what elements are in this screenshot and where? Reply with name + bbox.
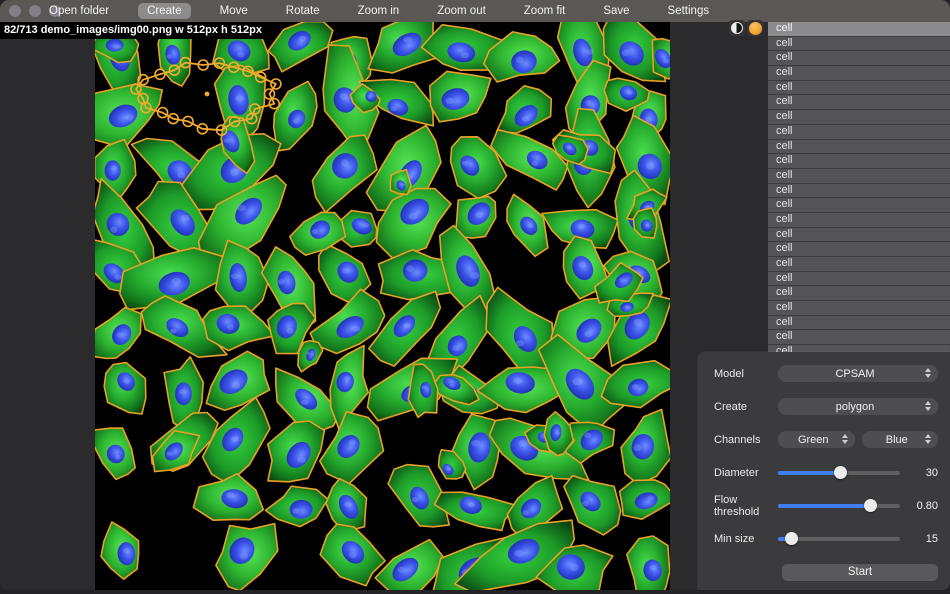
cell-list-item[interactable]: cell	[768, 242, 950, 257]
cell-list-item[interactable]: cell	[768, 286, 950, 301]
image-canvas[interactable]	[95, 22, 670, 590]
flow-threshold-slider-fill	[778, 504, 871, 508]
toolbar-button-save[interactable]: Save	[594, 3, 638, 19]
toolbar-button-create[interactable]: Create	[138, 3, 191, 19]
flow-threshold-label: Flow threshold	[714, 494, 778, 518]
toolbar-button-move[interactable]: Move	[211, 3, 257, 19]
model-label: Model	[714, 368, 778, 380]
start-button[interactable]: Start	[782, 564, 938, 581]
cell-list-item[interactable]: cell	[768, 213, 950, 228]
cell-list-item[interactable]: cell	[768, 272, 950, 287]
diameter-slider-knob[interactable]	[834, 466, 847, 479]
min-size-row: Min size 15	[714, 527, 938, 550]
flow-threshold-slider-knob[interactable]	[864, 499, 877, 512]
cell-list-item[interactable]: cell	[768, 125, 950, 140]
cell-list-item[interactable]: cell	[768, 110, 950, 125]
cell-list-item[interactable]: cell	[768, 22, 950, 37]
channel-2-select[interactable]: Blue	[862, 431, 939, 448]
settings-panel: Model CPSAM Create polygon Channels	[698, 352, 950, 590]
min-size-label: Min size	[714, 533, 778, 545]
cell-list-item[interactable]: cell	[768, 81, 950, 96]
cell-list-item[interactable]: cell	[768, 301, 950, 316]
flow-threshold-row: Flow threshold 0.80	[714, 494, 938, 517]
chevron-updown-icon	[842, 434, 848, 444]
cell-list-item[interactable]: cell	[768, 140, 950, 155]
cell-list-item[interactable]: cell	[768, 257, 950, 272]
chevron-updown-icon	[925, 401, 931, 411]
diameter-label: Diameter	[714, 467, 778, 479]
cell-list-item[interactable]: cell	[768, 228, 950, 243]
cell-list-item[interactable]: cell	[768, 154, 950, 169]
close-button[interactable]	[9, 5, 21, 17]
toolbar-button-zoom-fit[interactable]: Zoom fit	[515, 3, 575, 19]
toolbar: Open folder Create Move Rotate Zoom in Zoom o…	[40, 0, 718, 22]
min-size-slider[interactable]	[778, 532, 900, 545]
channels-row: Channels Green Blue	[714, 428, 938, 451]
mask-opacity-toggle[interactable]	[729, 20, 745, 36]
toolbar-button-zoom-in[interactable]: Zoom in	[349, 3, 409, 19]
channels-label: Channels	[714, 434, 778, 446]
channel-1-value: Green	[798, 434, 835, 446]
channel-2-value: Blue	[886, 434, 914, 446]
cell-list-item[interactable]: cell	[768, 169, 950, 184]
diameter-row: Diameter 30	[714, 461, 938, 484]
app-window: Open folder Create Move Rotate Zoom in Zoom o…	[0, 0, 950, 590]
chevron-updown-icon	[925, 368, 931, 378]
toolbar-button-rotate[interactable]: Rotate	[277, 3, 329, 19]
create-row: Create polygon	[714, 395, 938, 418]
diameter-slider[interactable]	[778, 466, 900, 479]
cell-list-item[interactable]: cell	[768, 316, 950, 331]
create-mode-select[interactable]: polygon	[778, 398, 938, 415]
create-mode-value: polygon	[836, 401, 881, 413]
create-label: Create	[714, 401, 778, 413]
min-size-value: 15	[910, 533, 938, 545]
toolbar-button-zoom-out[interactable]: Zoom out	[428, 3, 495, 19]
cell-list-item[interactable]: cell	[768, 184, 950, 199]
flow-threshold-slider[interactable]	[778, 499, 900, 512]
channel-1-select[interactable]: Green	[778, 431, 855, 448]
status-overlay: 82/713 demo_images/img00.png w 512px h 5…	[0, 22, 268, 39]
model-select[interactable]: CPSAM	[778, 365, 938, 382]
contrast-icon	[731, 22, 743, 34]
cell-list-item[interactable]: cell	[768, 66, 950, 81]
toolbar-button-settings[interactable]: Settings	[659, 3, 719, 19]
flow-threshold-value: 0.80	[910, 500, 938, 512]
microscopy-image[interactable]	[95, 22, 670, 590]
cell-list-item[interactable]: cell	[768, 330, 950, 345]
model-row: Model CPSAM	[714, 362, 938, 385]
cell-list-item[interactable]: cell	[768, 198, 950, 213]
cell-list-item[interactable]: cell	[768, 51, 950, 66]
mask-controls	[729, 20, 763, 36]
cell-list-item[interactable]: cell	[768, 37, 950, 52]
toolbar-button-open-folder[interactable]: Open folder	[40, 3, 118, 19]
min-size-slider-knob[interactable]	[785, 532, 798, 545]
orange-swatch-icon	[749, 22, 762, 35]
titlebar: Open folder Create Move Rotate Zoom in Zoom o…	[0, 0, 950, 22]
outline-color-button[interactable]	[747, 20, 763, 36]
diameter-slider-fill	[778, 471, 840, 475]
cell-list-item[interactable]: cell	[768, 95, 950, 110]
diameter-value: 30	[910, 467, 938, 479]
model-value: CPSAM	[835, 368, 880, 380]
start-row: Start	[714, 564, 938, 581]
chevron-updown-icon	[925, 434, 931, 444]
